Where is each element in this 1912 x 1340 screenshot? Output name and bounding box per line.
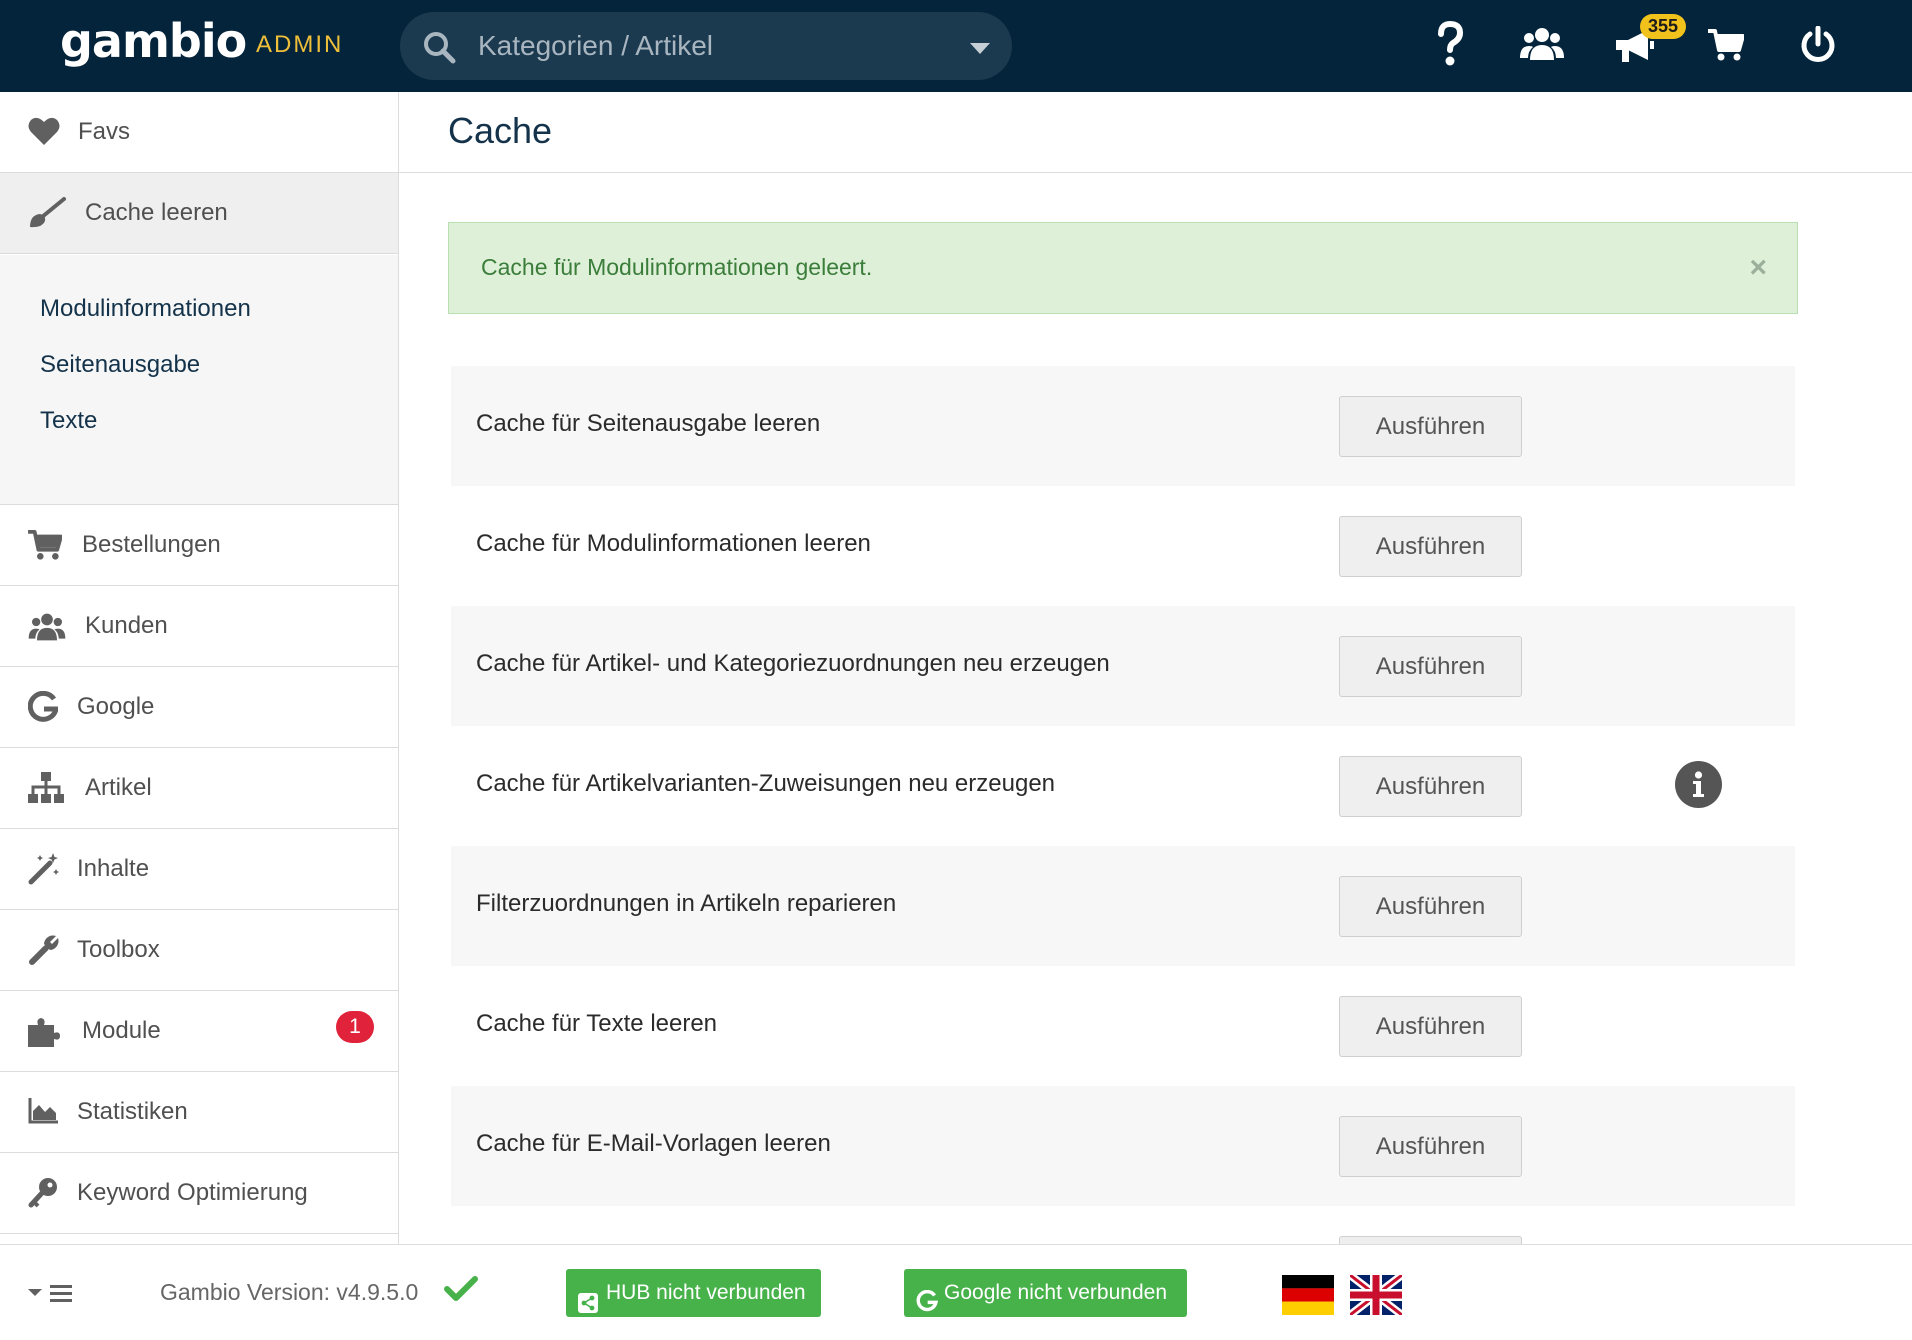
help-icon[interactable]	[1435, 20, 1465, 75]
sidebar-item-module[interactable]: Module 1	[0, 991, 398, 1072]
submenu-item-texte[interactable]: Texte	[40, 407, 97, 435]
sidebar-item-toolbox[interactable]: Toolbox	[0, 910, 398, 991]
ausfuehren-button[interactable]: Ausführen	[1339, 876, 1522, 937]
ausfuehren-button[interactable]: Ausführen	[1339, 1116, 1522, 1177]
row-label: Cache für Artikelvarianten-Zuweisungen n…	[476, 770, 1056, 797]
sidebar-item-google[interactable]: Google	[0, 667, 398, 748]
users-icon	[28, 612, 66, 647]
sidebar-item-artikel[interactable]: Artikel	[0, 748, 398, 829]
success-alert: Cache für Modulinformationen geleert. ×	[448, 222, 1798, 314]
search-input[interactable]: Kategorien / Artikel	[478, 30, 713, 62]
page-title: Cache	[448, 110, 553, 151]
paint-brush-icon	[28, 195, 66, 234]
cache-row: Cache für Artikelvarianten-Zuweisungen n…	[451, 726, 1795, 846]
area-chart-icon	[28, 1098, 58, 1129]
sidebar-item-label: Statistiken	[77, 1098, 188, 1125]
google-icon	[916, 1282, 939, 1330]
alert-message: Cache für Modulinformationen geleert.	[481, 254, 873, 280]
row-label: Cache für E-Mail-Vorlagen leeren	[476, 1130, 831, 1157]
submenu-item-seitenausgabe[interactable]: Seitenausgabe	[40, 351, 200, 379]
check-icon	[444, 1275, 478, 1308]
sitemap-icon	[28, 772, 64, 809]
menu-toggle-icon[interactable]	[28, 1283, 74, 1310]
key-icon	[28, 1177, 58, 1214]
share-icon	[578, 1283, 598, 1331]
module-count-badge: 1	[336, 1011, 374, 1043]
sidebar-item-label: Google	[77, 693, 155, 720]
sidebar-item-label: Inhalte	[77, 855, 150, 882]
submenu-item-modulinformationen[interactable]: Modulinformationen	[40, 295, 251, 323]
sidebar-item-keyword-optimierung[interactable]: Keyword Optimierung	[0, 1153, 398, 1234]
ausfuehren-button[interactable]: Ausführen	[1339, 516, 1522, 577]
admin-label: ADMIN	[256, 31, 344, 58]
cache-submenu: Modulinformationen Seitenausgabe Texte	[0, 255, 398, 505]
google-status-label: Google nicht verbunden	[944, 1281, 1167, 1304]
cart-icon	[28, 529, 63, 566]
sidebar-item-statistiken[interactable]: Statistiken	[0, 1072, 398, 1153]
magic-wand-icon	[28, 853, 60, 890]
sidebar-item-label: Bestellungen	[82, 531, 221, 558]
heart-icon	[28, 116, 60, 151]
footer-bar: Gambio Version: v4.9.5.0 HUB nicht verbu…	[0, 1244, 1912, 1340]
close-icon[interactable]: ×	[1749, 251, 1767, 285]
row-label: Cache für Seitenausgabe leeren	[476, 410, 821, 437]
sidebar-item-label: Toolbox	[77, 936, 160, 963]
google-icon	[27, 690, 60, 728]
cache-row: Cache für Artikel- und Kategoriezuordnun…	[451, 606, 1795, 726]
row-label: Cache für Artikel- und Kategoriezuordnun…	[476, 650, 1110, 677]
notification-badge: 355	[1640, 14, 1687, 39]
sidebar: Favs Cache leeren Modulinformationen Sei…	[0, 92, 399, 1244]
cache-row: Cache für Modulinformationen leeren Ausf…	[451, 486, 1795, 606]
gambio-logo[interactable]: gambio	[60, 14, 247, 68]
hub-status-button[interactable]: HUB nicht verbunden	[566, 1269, 821, 1317]
row-label: Filterzuordnungen in Artikeln reparieren	[476, 890, 897, 917]
power-icon[interactable]	[1800, 25, 1836, 69]
sidebar-item-label: Favs	[78, 118, 131, 145]
uk-flag-icon[interactable]	[1347, 1271, 1405, 1320]
puzzle-icon	[28, 1015, 62, 1052]
page-header: Cache	[399, 92, 1912, 173]
users-icon[interactable]	[1520, 26, 1564, 67]
ausfuehren-button[interactable]: Ausführen	[1339, 636, 1522, 697]
ausfuehren-button[interactable]: Ausführen	[1339, 996, 1522, 1057]
cache-row: Cache für Seitenausgabe leeren Ausführen	[451, 366, 1795, 486]
sidebar-item-bestellungen[interactable]: Bestellungen	[0, 505, 398, 586]
row-label: Cache für Texte leeren	[476, 1010, 718, 1037]
sidebar-item-inhalte[interactable]: Inhalte	[0, 829, 398, 910]
german-flag-icon[interactable]	[1282, 1275, 1334, 1320]
info-icon[interactable]	[1675, 761, 1722, 808]
cache-row: Filterzuordnungen in Artikeln reparieren…	[451, 846, 1795, 966]
wrench-icon	[28, 934, 60, 971]
sidebar-item-label: Keyword Optimierung	[77, 1179, 308, 1206]
hub-status-label: HUB nicht verbunden	[606, 1281, 806, 1304]
version-text: Gambio Version: v4.9.5.0	[160, 1279, 419, 1305]
sidebar-item-kunden[interactable]: Kunden	[0, 586, 398, 667]
cache-row: Cache für E-Mail-Vorlagen leeren Ausführ…	[451, 1086, 1795, 1206]
row-label: Cache für Modulinformationen leeren	[476, 530, 871, 557]
cache-row: Cache für Texte leeren Ausführen	[451, 966, 1795, 1086]
search-box[interactable]: Kategorien / Artikel	[400, 12, 1012, 80]
sidebar-item-label: Module	[82, 1017, 161, 1044]
sidebar-item-favs[interactable]: Favs	[0, 92, 398, 173]
sidebar-item-cache[interactable]: Cache leeren	[0, 173, 398, 254]
sidebar-item-label: Cache leeren	[85, 199, 228, 226]
ausfuehren-button-partial[interactable]	[1339, 1236, 1522, 1244]
ausfuehren-button[interactable]: Ausführen	[1339, 756, 1522, 817]
google-status-button[interactable]: Google nicht verbunden	[904, 1269, 1187, 1317]
sidebar-item-label: Kunden	[85, 612, 168, 639]
search-icon	[422, 30, 456, 69]
top-bar: gambio ADMIN Kategorien / Artikel 355	[0, 0, 1912, 92]
chevron-down-icon[interactable]	[970, 42, 990, 60]
sidebar-item-label: Artikel	[85, 774, 152, 801]
cart-icon[interactable]	[1708, 28, 1745, 67]
ausfuehren-button[interactable]: Ausführen	[1339, 396, 1522, 457]
